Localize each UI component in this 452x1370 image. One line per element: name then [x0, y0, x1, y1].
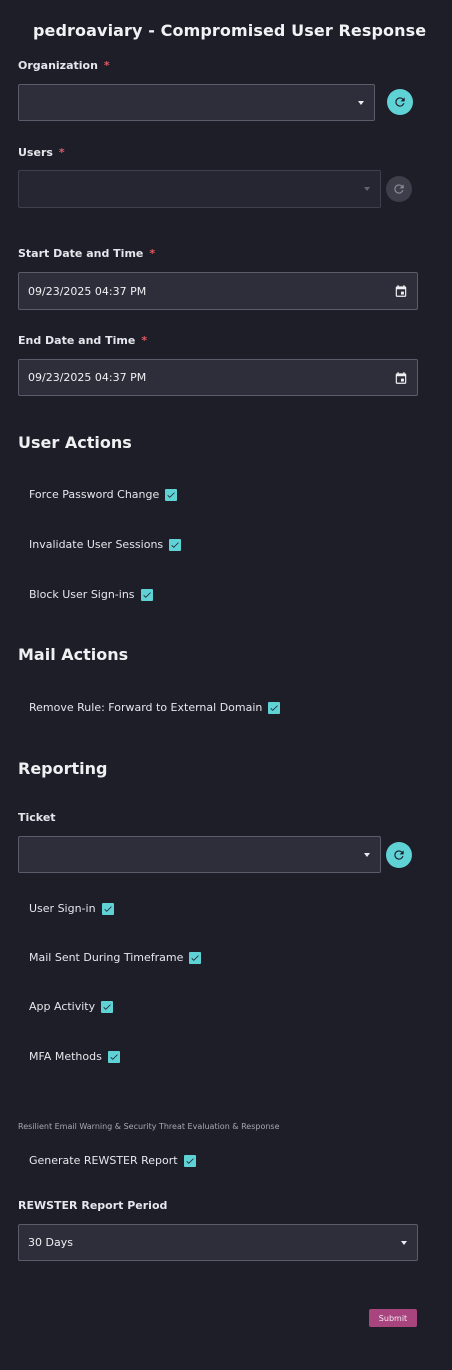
check-icon	[167, 491, 175, 498]
required-marker: *	[58, 146, 65, 159]
app-activity-checkbox[interactable]	[101, 1000, 114, 1013]
organization-label: Organization *	[18, 59, 110, 72]
organization-label-text: Organization	[18, 59, 98, 72]
check-icon	[103, 1003, 111, 1010]
required-marker: *	[103, 59, 110, 72]
block-signins-checkbox[interactable]	[140, 588, 153, 601]
mail-actions-heading: Mail Actions	[18, 645, 129, 664]
start-date-label-text: Start Date and Time	[18, 247, 144, 260]
report-period-select[interactable]: 30 Days	[18, 1224, 418, 1261]
rewster-description: Resilient Email Warning & Security Threa…	[18, 1122, 280, 1131]
user-signin-checkbox[interactable]	[101, 902, 114, 915]
submit-button[interactable]: Submit	[369, 1309, 417, 1327]
ticket-label: Ticket	[18, 811, 56, 824]
required-marker: *	[141, 334, 148, 347]
option-label: Block User Sign-ins	[29, 588, 135, 601]
force-password-change-checkbox[interactable]	[165, 488, 178, 501]
check-icon	[142, 591, 151, 598]
calendar-icon[interactable]	[394, 371, 408, 385]
option-label: Mail Sent During Timeframe	[29, 951, 184, 964]
option-label: Invalidate User Sessions	[29, 538, 164, 551]
required-marker: *	[149, 247, 156, 260]
check-icon	[191, 954, 200, 961]
reporting-heading: Reporting	[18, 759, 108, 778]
invalidate-sessions-option[interactable]: Invalidate User Sessions	[29, 538, 182, 551]
page-title: pedroaviary - Compromised User Response	[33, 21, 427, 40]
refresh-icon	[394, 850, 404, 860]
remove-forward-rule-option[interactable]: Remove Rule: Forward to External Domain	[29, 701, 281, 714]
user-signin-option[interactable]: User Sign-in	[29, 902, 114, 915]
start-datetime-input[interactable]: 09/23/2025 04:37 PM	[18, 272, 418, 310]
generate-rewster-checkbox[interactable]	[183, 1154, 196, 1167]
generate-rewster-option[interactable]: Generate REWSTER Report	[29, 1154, 196, 1167]
check-icon	[171, 541, 179, 548]
organization-refresh-button[interactable]	[387, 89, 413, 115]
mail-sent-checkbox[interactable]	[189, 951, 202, 964]
users-refresh-button[interactable]	[386, 176, 412, 202]
end-datetime-value: 09/23/2025 04:37 PM	[28, 371, 147, 384]
start-datetime-value: 09/23/2025 04:37 PM	[28, 284, 147, 298]
invalidate-sessions-checkbox[interactable]	[169, 538, 182, 551]
end-date-label: End Date and Time *	[18, 334, 147, 347]
ticket-refresh-button[interactable]	[386, 842, 412, 868]
option-label: Remove Rule: Forward to External Domain	[29, 701, 263, 714]
check-icon	[110, 1053, 118, 1060]
block-signins-option[interactable]: Block User Sign-ins	[29, 588, 153, 601]
option-label: MFA Methods	[29, 1050, 102, 1063]
chevron-down-icon	[401, 1240, 407, 1245]
option-label: User Sign-in	[29, 902, 96, 915]
calendar-icon[interactable]	[394, 284, 408, 298]
option-label: Generate REWSTER Report	[29, 1154, 178, 1167]
check-icon	[103, 905, 112, 912]
app-activity-option[interactable]: App Activity	[29, 1000, 114, 1013]
refresh-icon	[394, 184, 404, 194]
mail-sent-option[interactable]: Mail Sent During Timeframe	[29, 951, 202, 964]
users-label-text: Users	[18, 146, 53, 159]
user-actions-heading: User Actions	[18, 433, 132, 452]
report-period-value: 30 Days	[28, 1236, 73, 1249]
start-date-label: Start Date and Time *	[18, 247, 155, 260]
refresh-icon	[395, 97, 405, 107]
force-password-change-option[interactable]: Force Password Change	[29, 488, 178, 501]
option-label: App Activity	[29, 1000, 96, 1013]
users-select[interactable]	[18, 170, 381, 208]
users-label: Users *	[18, 146, 65, 159]
organization-select[interactable]	[18, 84, 375, 121]
remove-forward-rule-checkbox[interactable]	[268, 701, 281, 714]
end-date-label-text: End Date and Time	[18, 334, 136, 347]
chevron-down-icon	[364, 852, 370, 857]
mfa-methods-checkbox[interactable]	[107, 1050, 120, 1063]
ticket-select[interactable]	[18, 836, 381, 873]
report-period-label: REWSTER Report Period	[18, 1199, 168, 1212]
option-label: Force Password Change	[29, 488, 160, 501]
chevron-down-icon	[364, 187, 370, 191]
chevron-down-icon	[358, 100, 364, 105]
mfa-methods-option[interactable]: MFA Methods	[29, 1050, 120, 1063]
check-icon	[270, 704, 279, 711]
check-icon	[186, 1157, 194, 1164]
end-datetime-input[interactable]: 09/23/2025 04:37 PM	[18, 359, 418, 396]
